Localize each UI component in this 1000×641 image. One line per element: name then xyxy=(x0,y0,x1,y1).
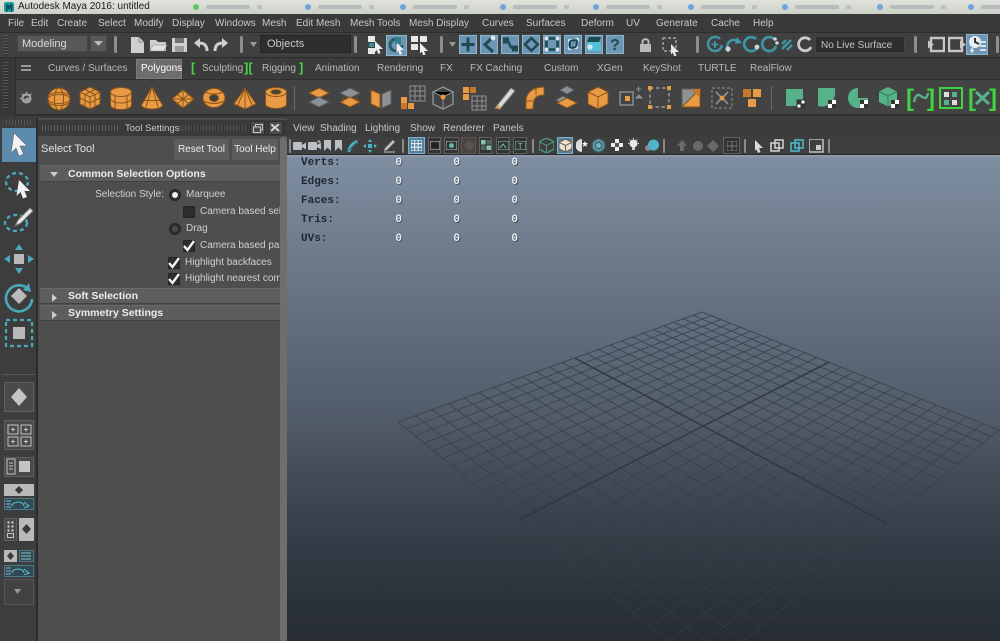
svg-text:[: [ xyxy=(968,85,976,112)
svg-text:T: T xyxy=(518,142,523,150)
svg-text:]: ] xyxy=(927,85,935,112)
svg-text:]: ] xyxy=(989,85,997,112)
svg-text:[: [ xyxy=(906,85,914,112)
svg-text:?: ? xyxy=(610,37,620,54)
